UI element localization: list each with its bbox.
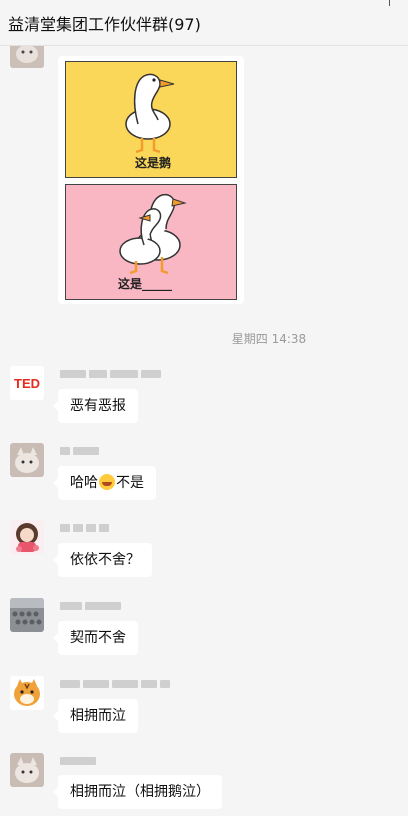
laughing-emoji-icon: [99, 474, 115, 490]
message-timestamp: 星期四 14:38: [231, 332, 307, 346]
meme-caption-bottom: 这是_____: [118, 277, 173, 291]
cat-avatar[interactable]: [10, 443, 44, 477]
girl-illustration-icon: [10, 520, 44, 554]
chat-header: 益清堂集团工作伙伴群(97): [0, 0, 408, 46]
crowd-photo-icon: [10, 598, 44, 632]
sender-name-blurred: [60, 524, 112, 532]
meme-panel-goose: 这是鹅: [65, 61, 237, 178]
ted-logo-text: TED: [14, 376, 40, 391]
tiger-illustration-icon: [10, 676, 44, 710]
cat-photo-icon: [10, 46, 44, 68]
message-list[interactable]: 这是鹅 这是_____ 星期四 14:38 TED 恶有恶报 哈哈 不是 依依不…: [0, 46, 408, 816]
meme-panel-hug: 这是_____: [65, 184, 237, 300]
message-bubble[interactable]: 契而不舍: [53, 621, 138, 655]
message-text: 相拥而泣（相拥鹅泣）: [70, 784, 210, 800]
message-bubble[interactable]: 依依不舍？: [53, 543, 152, 577]
message-text: 相拥而泣: [70, 708, 126, 724]
header-divider: [389, 0, 390, 6]
group-title[interactable]: 益清堂集团工作伙伴群(97): [8, 11, 201, 35]
sender-name-blurred: [60, 680, 173, 688]
meme-image[interactable]: 这是鹅 这是_____: [58, 56, 244, 304]
message-bubble[interactable]: 恶有恶报: [53, 389, 138, 423]
message-bubble[interactable]: 相拥而泣（相拥鹅泣）: [53, 775, 222, 809]
crowd-photo-avatar[interactable]: [10, 598, 44, 632]
cat-photo-icon: [10, 443, 44, 477]
ted-logo-avatar[interactable]: TED: [10, 366, 44, 400]
sender-avatar-top[interactable]: [10, 46, 44, 68]
sender-name-blurred: [60, 757, 99, 765]
message-text: 契而不舍: [70, 630, 126, 646]
tiger-avatar[interactable]: [10, 676, 44, 710]
message-text-tail: 不是: [116, 475, 144, 491]
message-bubble[interactable]: 哈哈 不是: [53, 466, 156, 500]
message-text: 依依不舍？: [70, 552, 140, 568]
sender-name-blurred: [60, 447, 102, 455]
cat-photo-icon: [10, 753, 44, 787]
message-text: 哈哈: [70, 475, 98, 491]
ted-logo-icon: TED: [10, 366, 44, 400]
meme-caption-top: 这是鹅: [135, 156, 172, 170]
message-bubble[interactable]: 相拥而泣: [53, 699, 138, 733]
sender-name-blurred: [60, 602, 124, 610]
sender-name-blurred: [60, 370, 164, 378]
cat-avatar-2[interactable]: [10, 753, 44, 787]
girl-avatar[interactable]: [10, 520, 44, 554]
message-text: 恶有恶报: [70, 398, 126, 414]
